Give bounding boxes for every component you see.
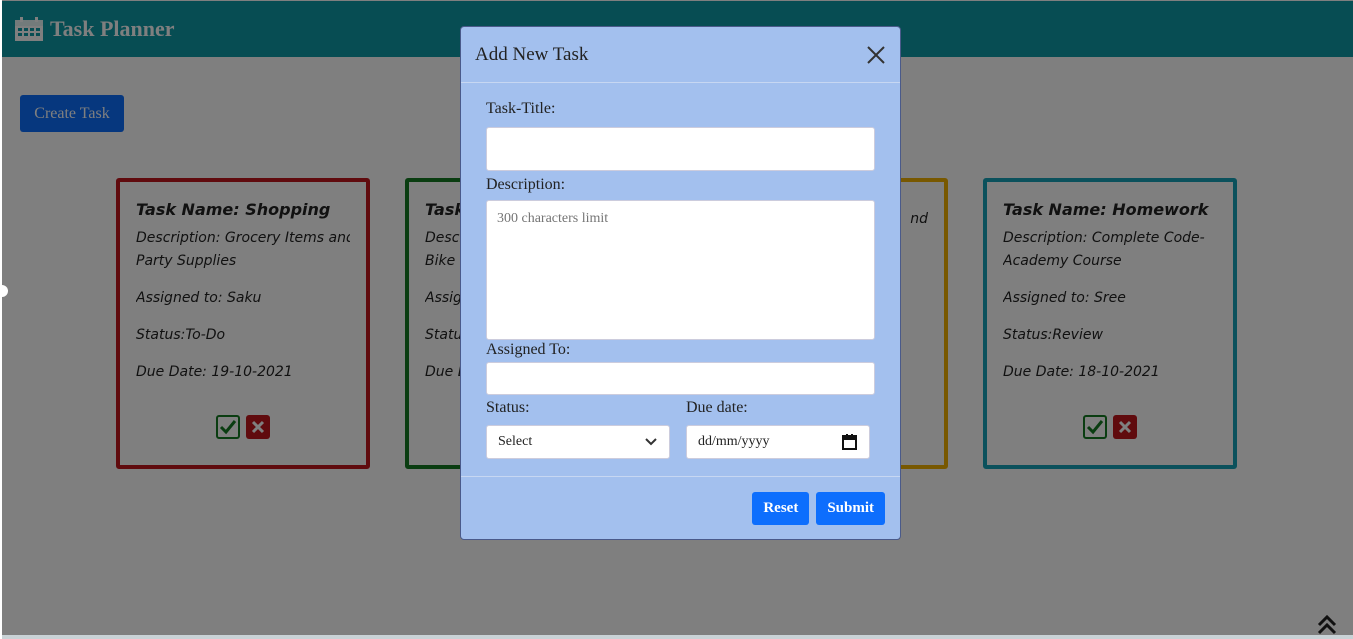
assigned-to-label: Assigned To:	[486, 341, 571, 358]
due-date-group: Due date: dd/mm/yyyy	[686, 398, 870, 459]
reset-button[interactable]: Reset	[752, 492, 810, 525]
status-select[interactable]: Select	[486, 425, 670, 459]
status-select-value: Select	[498, 434, 533, 449]
status-label: Status:	[486, 399, 530, 416]
close-modal-button[interactable]	[864, 43, 888, 67]
modal-title: Add New Task	[475, 43, 589, 65]
description-textarea[interactable]	[486, 200, 875, 340]
close-icon	[867, 45, 885, 64]
task-title-input[interactable]	[486, 127, 875, 171]
due-date-placeholder: dd/mm/yyyy	[698, 434, 770, 449]
modal-body: Task-Title: Description: Assigned To: St…	[461, 83, 900, 477]
add-task-modal: Add New Task Task-Title: Description: As…	[460, 26, 901, 540]
submit-button[interactable]: Submit	[816, 492, 885, 525]
status-group: Status: Select	[486, 398, 670, 459]
modal-footer: Reset Submit	[461, 476, 900, 540]
bottom-strip	[2, 635, 1353, 639]
scroll-top-icon[interactable]	[1316, 614, 1338, 636]
status-due-row: Status: Select Due date: dd/mm/yyyy	[486, 398, 874, 459]
window-edge	[0, 0, 2, 639]
due-date-label: Due date:	[686, 399, 748, 416]
modal-header: Add New Task	[461, 27, 900, 83]
assigned-to-input[interactable]	[486, 362, 875, 395]
calendar-picker-icon[interactable]	[842, 434, 857, 450]
description-label: Description:	[486, 176, 566, 193]
due-date-input[interactable]: dd/mm/yyyy	[686, 425, 870, 459]
chevron-down-icon	[645, 438, 657, 446]
task-title-label: Task-Title:	[486, 100, 556, 117]
